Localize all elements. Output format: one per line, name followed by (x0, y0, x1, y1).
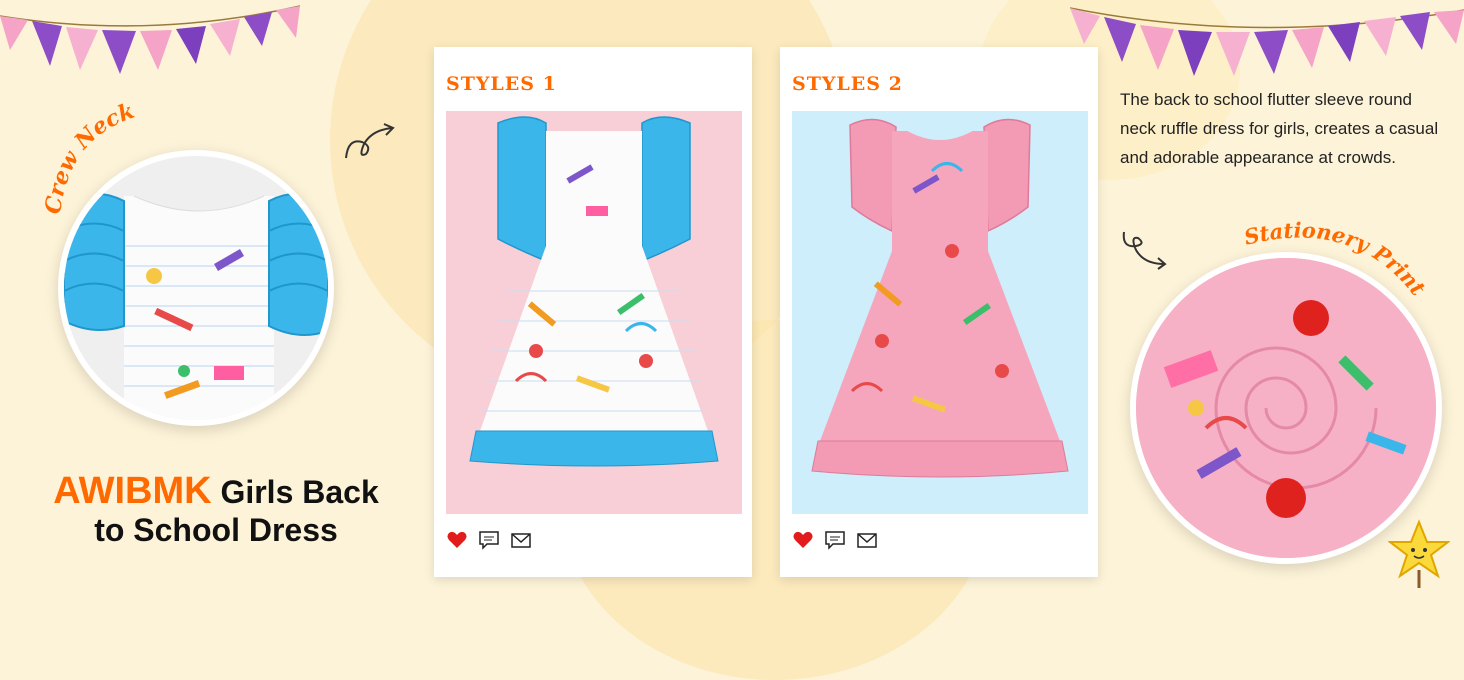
card-title: STYLES 2 (792, 73, 903, 95)
arrow-icon (345, 123, 395, 159)
card-actions (446, 529, 532, 551)
product-description: The back to school flutter sleeve round … (1120, 90, 1439, 167)
headline-line2: to School Dress (94, 512, 338, 548)
arrow-icon (1122, 231, 1167, 270)
svg-text:Crew Neck: Crew Neck (40, 98, 138, 216)
bunting-right (1070, 7, 1464, 76)
comment-icon[interactable] (824, 529, 846, 551)
brand-name: AWIBMK (53, 470, 212, 512)
headline-line1: Girls Back (220, 474, 379, 510)
dress-style-1-image (446, 111, 742, 514)
dress-style-2-image (792, 111, 1088, 514)
style-card-1: STYLES 1 (434, 47, 752, 577)
bunting-left (0, 5, 300, 74)
heart-icon[interactable] (446, 529, 468, 551)
product-headline: AWIBMK Girls Back to School Dress (16, 472, 416, 549)
heart-icon[interactable] (792, 529, 814, 551)
crew-neck-label: Crew Neck (40, 98, 138, 216)
mail-icon[interactable] (510, 529, 532, 551)
card-title: STYLES 1 (446, 73, 557, 95)
card-actions (792, 529, 878, 551)
star-icon (1388, 519, 1450, 588)
comment-icon[interactable] (478, 529, 500, 551)
mail-icon[interactable] (856, 529, 878, 551)
style-card-2: STYLES 2 (780, 47, 1098, 577)
